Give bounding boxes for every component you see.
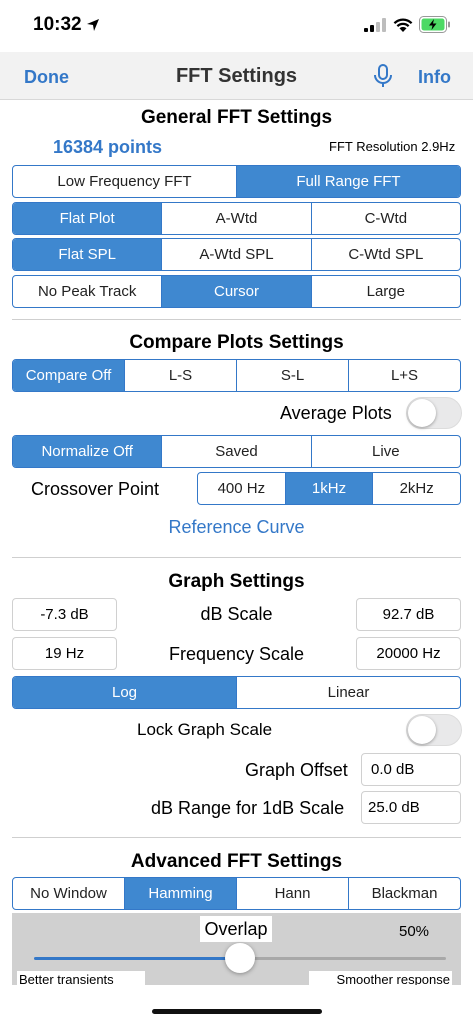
crossover-point-label: Crossover Point bbox=[31, 479, 160, 499]
wifi-icon bbox=[393, 18, 413, 32]
window-function-control: No Window Hamming Hann Blackman bbox=[12, 877, 461, 910]
overlap-slider-filled-track[interactable] bbox=[34, 957, 240, 960]
seg-s-l[interactable]: S-L bbox=[236, 360, 348, 391]
seg-linear[interactable]: Linear bbox=[236, 677, 460, 708]
lock-graph-scale-toggle[interactable] bbox=[406, 714, 462, 746]
seg-no-peak-track[interactable]: No Peak Track bbox=[13, 276, 161, 307]
db-scale-min-field[interactable]: -7.3 dB bbox=[12, 598, 117, 631]
seg-live[interactable]: Live bbox=[310, 436, 460, 467]
frequency-scale-label: Frequency Scale bbox=[168, 644, 305, 664]
seg-low-frequency-fft[interactable]: Low Frequency FFT bbox=[13, 166, 236, 197]
fft-resolution: FFT Resolution 2.9Hz bbox=[329, 139, 456, 154]
general-settings-title: General FFT Settings bbox=[140, 107, 333, 128]
seg-blackman[interactable]: Blackman bbox=[348, 878, 460, 909]
reference-curve-link[interactable]: Reference Curve bbox=[0, 517, 473, 538]
seg-c-wtd[interactable]: C-Wtd bbox=[310, 203, 460, 234]
overlap-hint-right: Smoother response bbox=[309, 971, 452, 985]
toggle-knob bbox=[408, 399, 436, 427]
seg-hann[interactable]: Hann bbox=[236, 878, 348, 909]
seg-compare-off[interactable]: Compare Off bbox=[13, 360, 124, 391]
status-bar: 10:32 bbox=[0, 0, 473, 52]
home-area bbox=[0, 985, 473, 1024]
seg-400-hz[interactable]: 400 Hz bbox=[198, 473, 285, 504]
seg-cursor[interactable]: Cursor bbox=[161, 276, 311, 307]
seg-large[interactable]: Large bbox=[310, 276, 460, 307]
microphone-icon[interactable] bbox=[372, 64, 394, 88]
seg-flat-plot[interactable]: Flat Plot bbox=[13, 203, 162, 234]
overlap-value: 50% bbox=[399, 923, 430, 940]
graph-offset-field[interactable]: 0.0 dB bbox=[361, 753, 461, 786]
spl-weighting-control: Flat SPL A-Wtd SPL C-Wtd SPL bbox=[12, 238, 461, 271]
toggle-knob bbox=[408, 716, 436, 744]
plot-weighting-control: Flat Plot A-Wtd C-Wtd bbox=[12, 202, 461, 235]
seg-normalize-off[interactable]: Normalize Off bbox=[13, 436, 162, 467]
overlap-slider-track[interactable] bbox=[240, 957, 446, 960]
average-plots-toggle[interactable] bbox=[406, 397, 462, 429]
location-arrow-icon bbox=[87, 19, 99, 31]
seg-l-s[interactable]: L-S bbox=[124, 360, 236, 391]
seg-2khz[interactable]: 2kHz bbox=[372, 473, 460, 504]
seg-no-window[interactable]: No Window bbox=[13, 878, 124, 909]
frequency-min-field[interactable]: 19 Hz bbox=[12, 637, 117, 670]
home-indicator[interactable] bbox=[152, 1009, 322, 1014]
seg-hamming[interactable]: Hamming bbox=[124, 878, 236, 909]
divider bbox=[12, 837, 461, 838]
overlap-label: Overlap bbox=[200, 916, 272, 942]
overlap-slider-thumb[interactable] bbox=[225, 943, 255, 973]
overlap-hint-left: Better transients bbox=[17, 971, 145, 985]
divider bbox=[12, 557, 461, 558]
seg-a-wtd-spl[interactable]: A-Wtd SPL bbox=[161, 239, 310, 270]
seg-1khz[interactable]: 1kHz bbox=[284, 473, 373, 504]
info-button[interactable]: Info bbox=[418, 67, 451, 88]
seg-a-wtd[interactable]: A-Wtd bbox=[161, 203, 310, 234]
crossover-point-control: 400 Hz 1kHz 2kHz bbox=[197, 472, 461, 505]
graph-settings-title: Graph Settings bbox=[168, 571, 305, 592]
compare-mode-control: Compare Off L-S S-L L+S bbox=[12, 359, 461, 392]
divider bbox=[12, 319, 461, 320]
normalize-control: Normalize Off Saved Live bbox=[12, 435, 461, 468]
seg-c-wtd-spl[interactable]: C-Wtd SPL bbox=[310, 239, 460, 270]
navigation-bar: Done FFT Settings Info bbox=[0, 52, 473, 100]
average-plots-label: Average Plots bbox=[280, 403, 392, 423]
fft-range-control: Low Frequency FFT Full Range FFT bbox=[12, 165, 461, 198]
cellular-signal-icon bbox=[364, 18, 386, 32]
graph-offset-label: Graph Offset bbox=[245, 760, 348, 780]
fft-points-button[interactable]: 16384 points bbox=[53, 137, 162, 158]
seg-full-range-fft[interactable]: Full Range FFT bbox=[236, 166, 460, 197]
page-title: FFT Settings bbox=[175, 65, 298, 87]
seg-saved[interactable]: Saved bbox=[161, 436, 310, 467]
db-scale-label: dB Scale bbox=[200, 604, 273, 624]
db-range-label: dB Range for 1dB Scale bbox=[151, 798, 345, 818]
status-time: 10:32 bbox=[33, 14, 82, 35]
frequency-max-field[interactable]: 20000 Hz bbox=[356, 637, 461, 670]
graph-scale-control: Log Linear bbox=[12, 676, 461, 709]
seg-log[interactable]: Log bbox=[13, 677, 236, 708]
advanced-settings-title: Advanced FFT Settings bbox=[130, 851, 343, 872]
db-range-field[interactable]: 25.0 dB bbox=[361, 791, 461, 824]
battery-charging-icon bbox=[419, 16, 450, 33]
compare-settings-title: Compare Plots Settings bbox=[129, 332, 344, 353]
db-scale-max-field[interactable]: 92.7 dB bbox=[356, 598, 461, 631]
seg-flat-spl[interactable]: Flat SPL bbox=[13, 239, 162, 270]
peak-track-control: No Peak Track Cursor Large bbox=[12, 275, 461, 308]
seg-l-plus-s[interactable]: L+S bbox=[348, 360, 460, 391]
lock-graph-scale-label: Lock Graph Scale bbox=[137, 720, 273, 739]
